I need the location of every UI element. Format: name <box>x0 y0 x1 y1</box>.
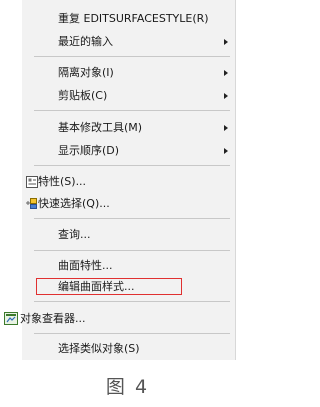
menu-separator <box>34 218 230 219</box>
menu-separator <box>34 333 230 334</box>
menu-item-repeat-editsurfacestyle[interactable]: 重复 EDITSURFACESTYLE(R) <box>22 8 234 30</box>
menu-item-object-viewer[interactable]: 对象查看器... <box>4 308 234 330</box>
menu-item-label: 编辑曲面样式... <box>58 280 135 293</box>
object-viewer-icon <box>4 312 18 325</box>
menu-item-inquiry[interactable]: 查询... <box>22 224 234 246</box>
menu-item-label: 对象查看器... <box>20 312 86 325</box>
menu-separator <box>34 301 230 302</box>
context-menu: 重复 EDITSURFACESTYLE(R) 最近的输入 隔离对象(I) 剪贴板… <box>4 0 236 360</box>
quick-select-icon <box>26 198 37 209</box>
properties-icon <box>26 176 38 188</box>
submenu-arrow-icon <box>224 148 228 154</box>
menu-separator <box>34 56 230 57</box>
menu-item-label: 重复 EDITSURFACESTYLE(R) <box>58 12 209 25</box>
menu-item-label: 最近的输入 <box>58 35 113 48</box>
menu-item-label: 隔离对象(I) <box>58 66 114 79</box>
submenu-arrow-icon <box>224 70 228 76</box>
menu-item-edit-surface-style[interactable]: 编辑曲面样式... <box>22 276 234 298</box>
menu-item-quick-select[interactable]: 快速选择(Q)... <box>22 193 234 215</box>
menu-item-label: 基本修改工具(M) <box>58 121 143 134</box>
submenu-arrow-icon <box>224 39 228 45</box>
menu-separator <box>34 250 230 251</box>
menu-separator <box>34 165 230 166</box>
menu-item-label: 快速选择(Q)... <box>38 197 110 210</box>
menu-item-recent-input[interactable]: 最近的输入 <box>22 31 234 53</box>
menu-item-basic-modify-tools[interactable]: 基本修改工具(M) <box>22 117 234 139</box>
menu-item-surface-properties[interactable]: 曲面特性... <box>22 255 234 277</box>
submenu-arrow-icon <box>224 93 228 99</box>
menu-item-label: 特性(S)... <box>38 175 87 188</box>
menu-item-label: 查询... <box>58 228 91 241</box>
menu-item-label: 剪贴板(C) <box>58 89 108 102</box>
menu-item-select-similar[interactable]: 选择类似对象(S) <box>22 338 234 360</box>
menu-item-isolate-objects[interactable]: 隔离对象(I) <box>22 62 234 84</box>
menu-item-properties[interactable]: 特性(S)... <box>22 171 234 193</box>
menu-item-label: 选择类似对象(S) <box>58 342 140 355</box>
menu-item-clipboard[interactable]: 剪贴板(C) <box>22 85 234 107</box>
menu-item-label: 曲面特性... <box>58 259 113 272</box>
submenu-arrow-icon <box>224 125 228 131</box>
figure-caption: 图 4 <box>105 376 150 398</box>
menu-item-draw-order[interactable]: 显示顺序(D) <box>22 140 234 162</box>
menu-separator <box>34 110 230 111</box>
menu-item-label: 显示顺序(D) <box>58 144 120 157</box>
